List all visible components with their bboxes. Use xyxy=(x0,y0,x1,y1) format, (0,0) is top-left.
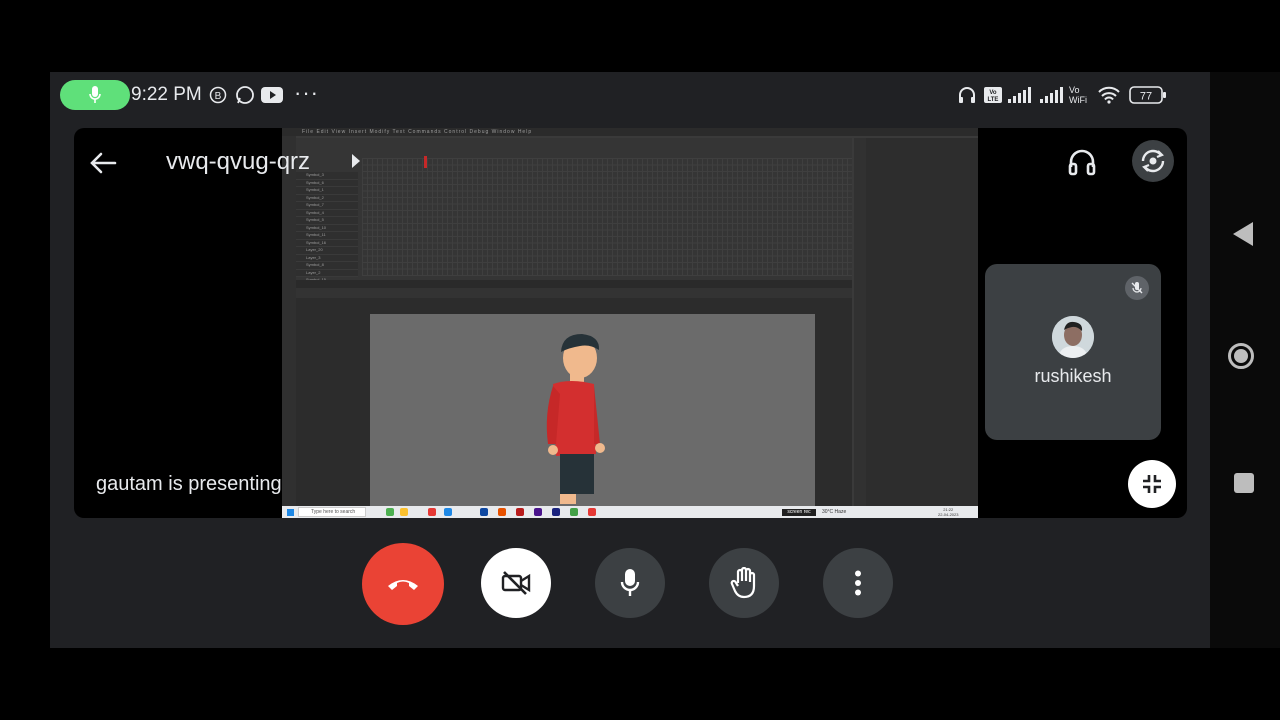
meeting-code[interactable]: vwq-qvug-qrz xyxy=(166,148,310,176)
arrow-back-icon xyxy=(90,152,117,174)
headset-status-icon xyxy=(956,84,978,106)
active-mic-indicator[interactable] xyxy=(60,80,130,110)
taskbar-app-icon xyxy=(444,508,452,516)
document-tab-bar xyxy=(296,280,852,288)
wifi-icon xyxy=(1096,84,1122,106)
exit-fullscreen-button[interactable] xyxy=(1128,460,1176,508)
call-end-icon xyxy=(388,580,418,590)
battery-level: 77 xyxy=(1140,91,1152,103)
layer-row[interactable]: Symbol_16 xyxy=(296,240,358,247)
app-menu-items: File Edit View Insert Modify Text Comman… xyxy=(302,129,533,135)
taskbar-app-icon xyxy=(570,508,578,516)
layer-row[interactable]: Layer_2 xyxy=(296,270,358,277)
android-home-button[interactable] xyxy=(1228,343,1254,369)
layer-row[interactable]: Symbol_10 xyxy=(296,225,358,232)
videocam-off-icon xyxy=(501,571,531,595)
youtube-icon xyxy=(260,84,284,106)
presenting-label: gautam is presenting xyxy=(96,473,282,495)
taskbar-clock: 21:22 22-04-2023 xyxy=(938,507,958,517)
more-vert-icon xyxy=(855,570,861,596)
taskbar-clock-date: 22-04-2023 xyxy=(938,512,959,517)
svg-text:Vo: Vo xyxy=(989,90,997,96)
layer-row[interactable]: Symbol_1 xyxy=(296,187,358,195)
audio-output-button[interactable] xyxy=(1062,142,1102,182)
character-illustration xyxy=(546,334,605,504)
microphone-button[interactable] xyxy=(595,548,665,618)
layers-list: Symbol_3 Symbol_6 Symbol_1 Symbol_2 Symbol_7… xyxy=(296,172,358,292)
shared-screen[interactable]: File Edit View Insert Modify Text Comman… xyxy=(282,128,978,518)
taskbar-weather: 30°C Haze xyxy=(822,509,847,515)
status-time: 9:22 PM xyxy=(131,84,202,105)
taskbar-app-icon xyxy=(588,508,596,516)
muted-indicator xyxy=(1125,276,1149,300)
taskbar-app-icon xyxy=(498,508,506,516)
taskbar-app-icon xyxy=(552,508,560,516)
taskbar-app-icon xyxy=(480,508,488,516)
vowifi-icon: Vo WiFi xyxy=(1068,84,1092,106)
layer-row[interactable]: Symbol_5 xyxy=(296,217,358,225)
mic-icon xyxy=(620,569,640,596)
layer-row[interactable]: Layer_3 xyxy=(296,255,358,262)
taskbar-app-icon xyxy=(428,508,436,516)
raise-hand-button[interactable] xyxy=(709,548,779,618)
hand-icon xyxy=(730,567,756,599)
flip-camera-icon xyxy=(1141,149,1165,173)
participant-name: rushikesh xyxy=(1034,366,1112,386)
layer-row[interactable]: Symbol_2 xyxy=(296,195,358,202)
stage-canvas xyxy=(370,314,815,506)
layer-row[interactable]: Symbol_7 xyxy=(296,202,358,210)
svg-text:Vo: Vo xyxy=(1069,85,1080,95)
headphones-icon xyxy=(1068,149,1096,176)
windows-start-icon xyxy=(287,509,294,516)
volte-icon: Vo LTE xyxy=(983,84,1003,106)
battery-icon: 77 xyxy=(1128,84,1168,106)
signal-strength-icon xyxy=(1006,84,1032,106)
android-recents-button[interactable] xyxy=(1234,473,1254,493)
layer-row[interactable]: Symbol_8 xyxy=(296,262,358,270)
panel-icons-strip xyxy=(854,138,866,508)
taskbar-search-box: Type here to search xyxy=(298,507,366,517)
avatar xyxy=(1052,316,1094,358)
layer-row[interactable]: Symbol_4 xyxy=(296,210,358,217)
taskbar-app-icon xyxy=(516,508,524,516)
properties-panel xyxy=(866,138,978,508)
svg-text:WiFi: WiFi xyxy=(1069,95,1087,105)
svg-text:LTE: LTE xyxy=(988,97,999,103)
mic-off-icon xyxy=(1131,282,1143,294)
chevron-right-icon[interactable] xyxy=(352,154,360,168)
switch-camera-button[interactable] xyxy=(1132,140,1174,182)
whatsapp-icon xyxy=(234,84,256,106)
scene-bar xyxy=(296,288,852,298)
layer-row[interactable]: Layer_20 xyxy=(296,247,358,255)
timeline-frames xyxy=(362,158,852,276)
app-menubar: File Edit View Insert Modify Text Comman… xyxy=(282,128,978,136)
fullscreen-exit-icon xyxy=(1143,475,1161,493)
camera-toggle-button[interactable] xyxy=(481,548,551,618)
layer-row[interactable]: Symbol_6 xyxy=(296,180,358,187)
screen-rec-badge: screen rec xyxy=(782,509,816,516)
taskbar-app-icon xyxy=(534,508,542,516)
taskbar-app-icon xyxy=(400,508,408,516)
signal-strength-2-icon xyxy=(1038,84,1064,106)
svg-text:B: B xyxy=(215,91,222,102)
layer-row[interactable]: Symbol_11 xyxy=(296,232,358,240)
playhead xyxy=(424,156,427,168)
more-notifications-icon: ··· xyxy=(294,80,319,105)
taskbar-app-icon xyxy=(386,508,394,516)
android-back-button[interactable] xyxy=(1233,222,1253,246)
back-button[interactable] xyxy=(86,146,120,180)
mic-icon xyxy=(89,86,101,103)
b-badge-icon: B xyxy=(208,84,228,106)
end-call-button[interactable] xyxy=(362,543,444,625)
more-options-button[interactable] xyxy=(823,548,893,618)
tools-panel xyxy=(282,136,296,506)
